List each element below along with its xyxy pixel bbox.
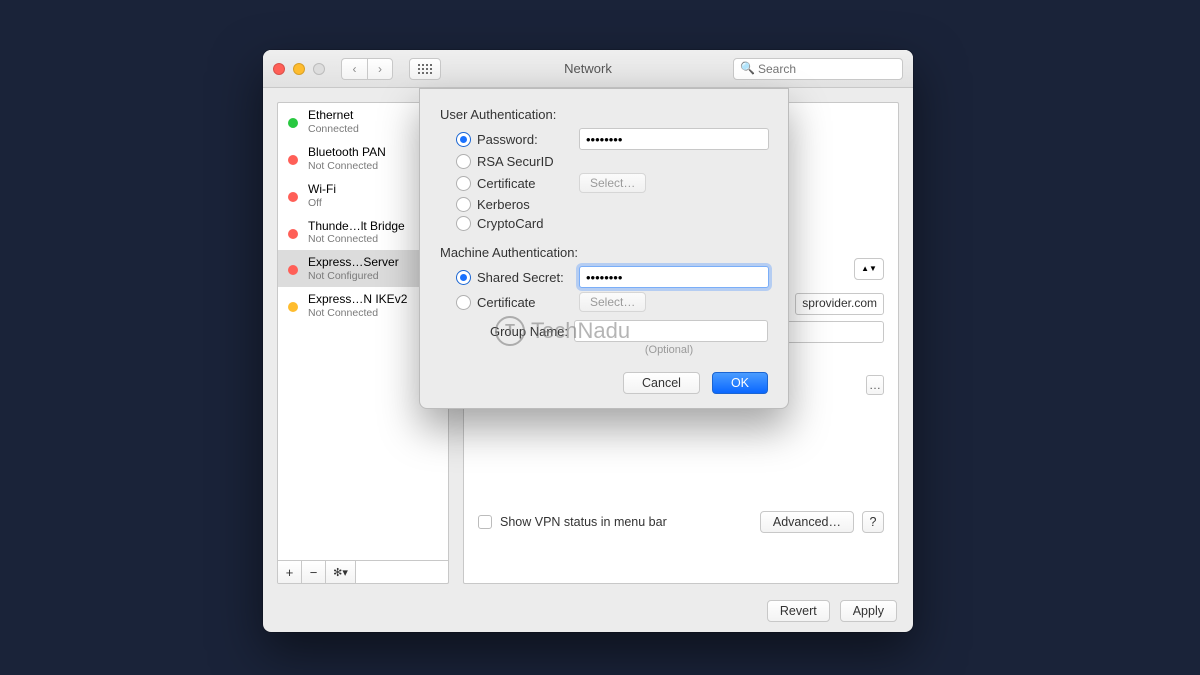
maximize-icon	[313, 63, 325, 75]
add-interface-button[interactable]: +	[278, 561, 302, 583]
machine-certificate-label: Certificate	[477, 295, 573, 310]
machine-certificate-select-button: Select…	[579, 292, 646, 312]
status-dot-icon	[288, 229, 298, 239]
certificate-label: Certificate	[477, 176, 573, 191]
status-dot-icon	[288, 118, 298, 128]
group-name-input[interactable]	[574, 320, 768, 342]
kerberos-radio[interactable]	[456, 197, 471, 212]
search-field-wrap: 🔍	[733, 58, 903, 80]
nav-buttons: ‹ ›	[341, 58, 393, 80]
authentication-sheet: User Authentication: Password: RSA Secur…	[419, 88, 789, 409]
window-controls	[273, 63, 325, 75]
interface-name: Bluetooth PAN	[308, 146, 386, 160]
ok-button[interactable]: OK	[712, 372, 768, 394]
configuration-popup[interactable]: ▲▼	[854, 258, 884, 280]
interface-name: Thunde…lt Bridge	[308, 220, 405, 234]
interface-status: Off	[308, 197, 336, 209]
machine-certificate-option-row: Certificate Select…	[440, 292, 768, 312]
search-icon: 🔍	[740, 61, 755, 75]
minimize-icon[interactable]	[293, 63, 305, 75]
remove-interface-button[interactable]: −	[302, 561, 326, 583]
status-dot-icon	[288, 155, 298, 165]
grid-icon	[418, 64, 432, 74]
password-option-row: Password:	[440, 128, 768, 150]
password-radio[interactable]	[456, 132, 471, 147]
rsa-label: RSA SecurID	[477, 154, 554, 169]
rsa-radio[interactable]	[456, 154, 471, 169]
interface-name: Ethernet	[308, 109, 359, 123]
interface-name: Express…Server	[308, 256, 399, 270]
sheet-actions: Cancel OK	[440, 372, 768, 394]
help-button[interactable]: ?	[862, 511, 884, 533]
status-dot-icon	[288, 192, 298, 202]
window-title: Network	[564, 61, 612, 76]
auth-settings-button[interactable]: …	[866, 375, 884, 395]
advanced-button[interactable]: Advanced…	[760, 511, 854, 533]
interface-status: Not Configured	[308, 270, 399, 282]
sidebar-actions-button[interactable]: ✻▾	[326, 561, 356, 583]
show-vpn-label: Show VPN status in menu bar	[500, 515, 667, 529]
password-input[interactable]	[579, 128, 769, 150]
close-icon[interactable]	[273, 63, 285, 75]
shared-secret-option-row: Shared Secret:	[440, 266, 768, 288]
kerberos-label: Kerberos	[477, 197, 530, 212]
apply-button[interactable]: Apply	[840, 600, 897, 622]
vpn-status-row: Show VPN status in menu bar Advanced… ?	[478, 511, 884, 533]
password-label: Password:	[477, 132, 573, 147]
group-name-row: Group Name:	[440, 320, 768, 342]
search-input[interactable]	[733, 58, 903, 80]
cryptocard-option-row: CryptoCard	[440, 216, 768, 231]
interface-status: Not Connected	[308, 233, 405, 245]
shared-secret-input[interactable]	[579, 266, 769, 288]
group-name-optional: (Optional)	[440, 344, 768, 356]
interface-status: Connected	[308, 123, 359, 135]
group-name-label: Group Name:	[456, 324, 568, 339]
titlebar: ‹ › Network 🔍	[263, 50, 913, 88]
sidebar-footer: + − ✻▾	[278, 560, 448, 583]
rsa-option-row: RSA SecurID	[440, 154, 768, 169]
cancel-button[interactable]: Cancel	[623, 372, 700, 394]
machine-certificate-radio[interactable]	[456, 295, 471, 310]
show-all-button[interactable]	[409, 58, 441, 80]
cryptocard-label: CryptoCard	[477, 216, 543, 231]
certificate-radio[interactable]	[456, 176, 471, 191]
server-address-field[interactable]: sprovider.com	[795, 293, 884, 315]
interface-name: Express…N IKEv2	[308, 293, 407, 307]
status-dot-icon	[288, 265, 298, 275]
interface-status: Not Connected	[308, 160, 386, 172]
shared-secret-radio[interactable]	[456, 270, 471, 285]
gear-icon: ✻▾	[333, 566, 348, 579]
certificate-select-button: Select…	[579, 173, 646, 193]
back-button[interactable]: ‹	[341, 58, 367, 80]
kerberos-option-row: Kerberos	[440, 197, 768, 212]
certificate-option-row: Certificate Select…	[440, 173, 768, 193]
machine-auth-heading: Machine Authentication:	[440, 245, 768, 260]
interface-name: Wi-Fi	[308, 183, 336, 197]
forward-button[interactable]: ›	[367, 58, 393, 80]
window-actions: Revert Apply	[277, 594, 899, 624]
user-auth-heading: User Authentication:	[440, 107, 768, 122]
shared-secret-label: Shared Secret:	[477, 270, 573, 285]
revert-button[interactable]: Revert	[767, 600, 830, 622]
interface-status: Not Connected	[308, 307, 407, 319]
cryptocard-radio[interactable]	[456, 216, 471, 231]
show-vpn-checkbox[interactable]	[478, 515, 492, 529]
status-dot-icon	[288, 302, 298, 312]
